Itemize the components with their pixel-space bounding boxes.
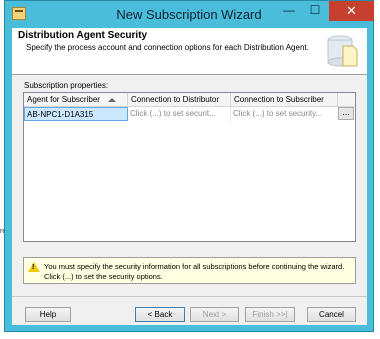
page-subtitle: Specify the process account and connecti… [26,43,309,52]
next-button[interactable]: Next > [190,307,239,322]
subscriber-connection-cell[interactable]: Click (...) to set security... [231,107,338,121]
maximize-button[interactable]: ☐ [302,1,328,21]
close-button[interactable]: ✕ [329,1,374,21]
warning-exclamation: ! [32,264,35,271]
column-header-subscriber[interactable]: Connection to Subscriber [231,93,338,106]
page-header: Distribution Agent Security Specify the … [12,28,367,75]
subscription-grid: Agent for Subscriber Connection to Distr… [23,92,356,242]
database-icon [327,35,358,67]
grid-header: Agent for Subscriber Connection to Distr… [24,93,355,107]
table-row[interactable]: AB-NPC1-D1A315 Click (...) to set securi… [24,107,355,121]
warning-panel: ! You must specify the security informat… [23,257,356,284]
column-header-distributor[interactable]: Connection to Distributor [128,93,231,106]
wizard-window: New Subscription Wizard — ☐ ✕ Distributi… [4,0,374,332]
separator [12,296,367,297]
agent-cell[interactable]: AB-NPC1-D1A315 [24,107,128,121]
security-options-button[interactable]: ... [338,107,354,120]
distributor-connection-cell[interactable]: Click (...) to set securit... [128,107,231,121]
finish-button[interactable]: Finish >>| [245,307,295,322]
subscription-properties-label: Subscription properties: [24,81,109,90]
page-title: Distribution Agent Security [18,30,148,41]
column-header-empty [338,93,355,106]
dialog-body: Distribution Agent Security Specify the … [12,28,367,325]
sort-ascending-icon [108,98,116,102]
back-button[interactable]: < Back [135,307,185,322]
help-button[interactable]: Help [25,307,71,322]
warning-text: You must specify the security informatio… [44,262,345,281]
cancel-button[interactable]: Cancel [307,307,356,322]
minimize-button[interactable]: — [276,1,302,21]
title-bar[interactable]: New Subscription Wizard — ☐ ✕ [5,1,374,27]
